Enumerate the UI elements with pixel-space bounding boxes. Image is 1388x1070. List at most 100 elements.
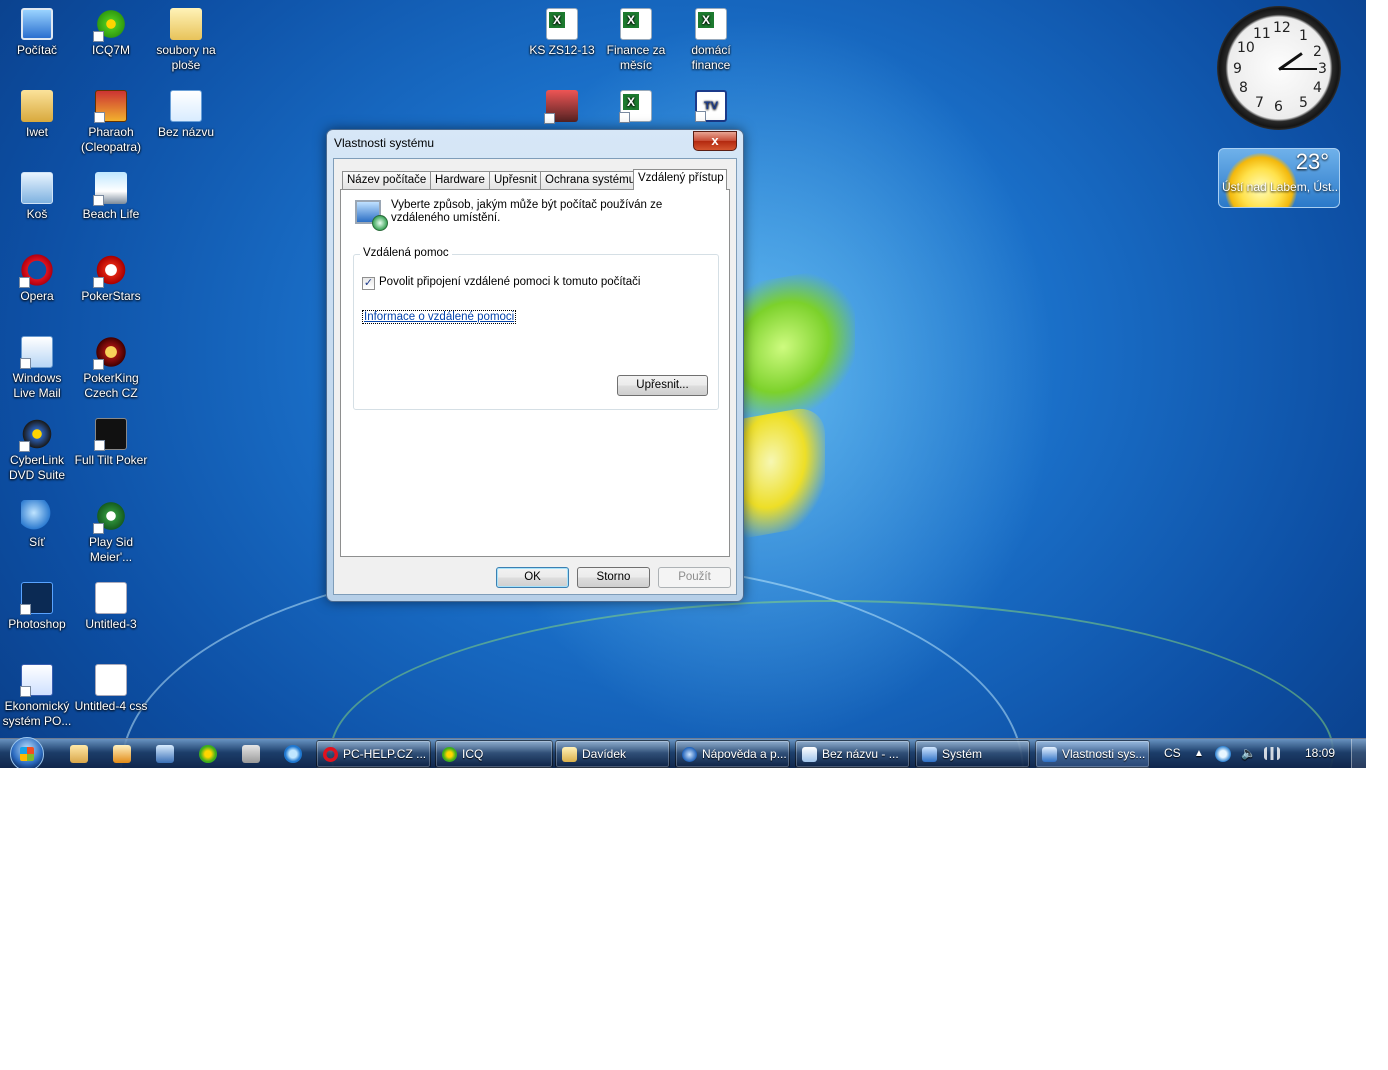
group-title: Vzdálená pomoc: [360, 247, 452, 259]
desktop-icon-label: Untitled-4 css: [74, 699, 148, 713]
task-davidek[interactable]: Davídek: [555, 740, 670, 768]
start-button[interactable]: [10, 737, 44, 768]
desktop-icon-economic-system[interactable]: Ekonomický systém PO...: [0, 658, 74, 729]
sid-meier-icon: [93, 500, 127, 534]
tab-remote[interactable]: Vzdálený přístup: [633, 169, 727, 190]
internet-explorer-icon[interactable]: [284, 745, 302, 763]
tv-icon: TV: [695, 90, 727, 122]
media-player-icon[interactable]: [113, 745, 131, 763]
desktop-icon-hidden-1[interactable]: [525, 84, 599, 125]
desktop-icon-untitled-3[interactable]: Untitled-3: [74, 576, 148, 632]
task-paint[interactable]: Bez názvu - ...: [795, 740, 910, 768]
desktop-icon-cyberlink[interactable]: CyberLink DVD Suite: [0, 412, 74, 483]
clock-gadget[interactable]: 12 1 2 3 4 5 6 7 8 9 10 11: [1217, 6, 1341, 130]
system-properties-dialog: Vlastnosti systému x Název počítače Hard…: [326, 129, 744, 602]
tab-computer-name[interactable]: Název počítače: [342, 171, 431, 189]
task-system-properties[interactable]: Vlastnosti sys...: [1035, 740, 1150, 768]
clock-minute-hand: [1279, 68, 1317, 70]
remote-assistance-info-link[interactable]: Informace o vzdálené pomoci: [362, 310, 517, 324]
tab-advanced[interactable]: Upřesnit: [489, 171, 541, 189]
tab-hardware[interactable]: Hardware: [430, 171, 490, 189]
desktop-icon-recycle-bin[interactable]: Koš: [0, 166, 74, 222]
desktop-icon-untitled-4[interactable]: Untitled-4 css: [74, 658, 148, 714]
icq-icon[interactable]: [199, 745, 217, 763]
desktop-icon-hidden-2[interactable]: [599, 84, 673, 125]
weather-temperature: 23°: [1295, 149, 1329, 174]
show-desktop-button[interactable]: [1351, 739, 1366, 768]
mail-icon[interactable]: [156, 745, 174, 763]
pharaoh-icon: [94, 90, 127, 123]
user-folder-icon: [21, 90, 53, 122]
task-opera[interactable]: PC-HELP.CZ ...: [316, 740, 431, 768]
desktop-icon-label: Koš: [26, 207, 48, 221]
signal-icon[interactable]: [1264, 747, 1280, 760]
explorer-icon[interactable]: [70, 745, 88, 763]
photoshop-icon: [20, 582, 53, 615]
desktop-icon-icq[interactable]: ICQ7M: [74, 2, 148, 58]
show-hidden-icons-arrow[interactable]: ▲: [1194, 748, 1204, 759]
desktop-icon-hidden-3[interactable]: TV: [674, 84, 748, 125]
desktop-icon-iwet[interactable]: Iwet: [0, 84, 74, 140]
desktop-icon-pharaoh[interactable]: Pharaoh (Cleopatra): [74, 84, 148, 155]
clock-number: 11: [1253, 26, 1271, 42]
close-button[interactable]: x: [693, 131, 737, 151]
desktop-icon-label: PokerStars: [81, 289, 141, 303]
apply-button[interactable]: Použít: [658, 567, 731, 588]
desktop-icon-label: Počítač: [16, 43, 58, 57]
beach-life-icon: [93, 172, 127, 206]
task-help[interactable]: Nápověda a p...: [675, 740, 790, 768]
desktop-icon-beach-life[interactable]: Beach Life: [74, 166, 148, 222]
weather-location: Ústí nad Labem, Úst...: [1222, 180, 1340, 194]
desktop-icon-computer[interactable]: Počítač: [0, 2, 74, 58]
mail-icon: [20, 336, 53, 369]
desktop-icon-photoshop[interactable]: Photoshop: [0, 576, 74, 632]
desktop-icon-ks-zs12-13[interactable]: KS ZS12-13: [525, 2, 599, 58]
volume-icon[interactable]: 🔈: [1241, 746, 1256, 760]
paint-icon: [170, 90, 202, 122]
desktop-icon-finance-month[interactable]: Finance za měsíc: [599, 2, 673, 73]
checkbox-label[interactable]: Povolit připojení vzdálené pomoci k tomu…: [379, 276, 640, 288]
desktop: Počítač ICQ7M soubory na ploše Iwet Phar…: [0, 0, 1366, 768]
desktop-icon-label: Windows Live Mail: [12, 371, 62, 400]
system-clock[interactable]: 18:09: [1305, 746, 1335, 760]
desktop-icon-opera[interactable]: Opera: [0, 248, 74, 304]
dialog-title: Vlastnosti systému: [334, 136, 435, 150]
remote-tab-panel: Vyberte způsob, jakým může být počítač p…: [340, 189, 730, 557]
desktop-icon-home-finance[interactable]: domácí finance: [674, 2, 748, 73]
allow-remote-assistance-checkbox[interactable]: ✓: [362, 277, 375, 290]
clock-number: 3: [1318, 61, 1327, 77]
cancel-button[interactable]: Storno: [577, 567, 650, 588]
desktop-icon-live-mail[interactable]: Windows Live Mail: [0, 330, 74, 401]
language-indicator[interactable]: CS: [1164, 746, 1181, 760]
task-icq[interactable]: ICQ: [435, 740, 553, 768]
remote-assistance-group: Vzdálená pomoc ✓ Povolit připojení vzdál…: [353, 247, 719, 410]
network-status-icon[interactable]: [1215, 746, 1231, 762]
ok-button[interactable]: OK: [496, 567, 569, 588]
calculator-icon[interactable]: [242, 745, 260, 763]
weather-gadget[interactable]: 23° Ústí nad Labem, Úst...: [1218, 148, 1340, 208]
icq-icon: [442, 747, 457, 762]
desktop-icon-sid-meier[interactable]: Play Sid Meier'...: [74, 494, 148, 565]
desktop-icon-full-tilt[interactable]: Full Tilt Poker: [74, 412, 148, 468]
pokerking-icon: [93, 336, 127, 370]
desktop-icon-label: PokerKing Czech CZ: [83, 371, 139, 400]
task-system[interactable]: Systém: [915, 740, 1030, 768]
clock-number: 8: [1239, 80, 1248, 96]
clock-number: 6: [1274, 99, 1283, 115]
desktop-icon-pokerstars[interactable]: PokerStars: [74, 248, 148, 304]
tab-system-protection[interactable]: Ochrana systému: [540, 171, 635, 189]
desktop-icon-files-folder[interactable]: soubory na ploše: [149, 2, 223, 73]
desktop-icon-network[interactable]: Síť: [0, 494, 74, 550]
desktop-icon-untitled-image[interactable]: Bez názvu: [149, 84, 223, 140]
desktop-icon-label: domácí finance: [691, 43, 731, 72]
opera-icon: [19, 254, 53, 288]
full-tilt-icon: [94, 418, 127, 451]
task-label: PC-HELP.CZ ...: [343, 747, 427, 761]
desktop-icon-label: Photoshop: [8, 617, 66, 631]
desktop-icon-label: ICQ7M: [91, 43, 130, 57]
desktop-icon-label: Opera: [20, 289, 54, 303]
desktop-icon-pokerking[interactable]: PokerKing Czech CZ: [74, 330, 148, 401]
advanced-button[interactable]: Upřesnit...: [617, 375, 708, 396]
remote-computer-icon: [355, 200, 388, 231]
system-properties-icon: [1042, 747, 1057, 762]
